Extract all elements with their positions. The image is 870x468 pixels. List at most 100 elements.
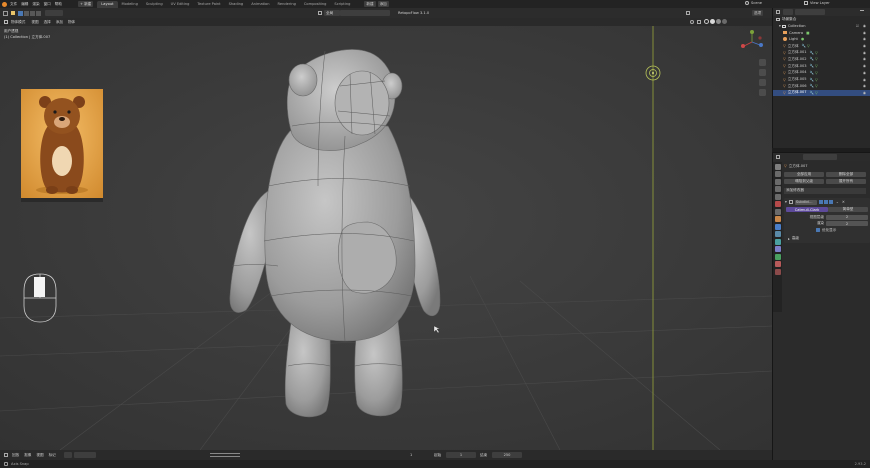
new-chip[interactable]: 新建 <box>364 1 376 7</box>
scene-tab-icon[interactable] <box>774 193 781 200</box>
menu-view[interactable]: 视图 <box>31 20 38 25</box>
add-chip[interactable]: 添加 <box>377 1 389 7</box>
edit-mode-toggle-icon[interactable] <box>818 200 823 205</box>
tab-modeling[interactable]: Modeling <box>118 1 142 8</box>
view-layer-selector[interactable]: View Layer <box>804 1 830 5</box>
properties-editor-icon[interactable] <box>776 155 780 159</box>
outliner-item-collection[interactable]: ▾ Collection ☑ ◉ <box>773 23 870 30</box>
outliner-item-mesh[interactable]: ▽ 立方体 🔧 ▽ ◉ <box>773 43 870 50</box>
tab-animation[interactable]: Animation <box>247 1 273 8</box>
menu-edit[interactable]: 编辑 <box>21 2 28 7</box>
cursor-icon[interactable] <box>11 11 15 15</box>
modifier-name-field[interactable]: Subdivi... <box>794 199 817 205</box>
modifier-collapse-icon[interactable]: ▾ <box>785 200 787 204</box>
outliner-item-mesh-active[interactable]: ▽ 立方体.007 🔧 ▽ ◉ <box>773 89 870 97</box>
overlay-icon[interactable] <box>690 19 694 24</box>
tool-settings-dropdown[interactable] <box>45 10 63 16</box>
collapse-button[interactable]: 塌陷到父级 <box>784 178 824 184</box>
viewport-3d[interactable]: 用户透视 (1) Collection | 立方体.007 <box>0 26 772 450</box>
select-mode-3-icon[interactable] <box>30 10 35 16</box>
outliner-display-mode[interactable] <box>783 9 793 15</box>
tab-rendering[interactable]: Rendering <box>274 1 300 8</box>
frame-end-field[interactable]: 250 <box>492 452 522 458</box>
timeline-menu-keying[interactable]: 抠像 <box>24 453 31 458</box>
visibility-eye-icon[interactable]: ◉ <box>863 51 866 55</box>
search-field[interactable] <box>340 10 390 16</box>
record-button[interactable] <box>63 452 72 458</box>
data-tab-icon[interactable] <box>774 253 781 260</box>
timeline-menu-marker[interactable]: 标记 <box>49 453 56 458</box>
tab-compositing[interactable]: Compositing <box>300 1 331 8</box>
menu-window[interactable]: 窗口 <box>44 2 51 7</box>
playback-icons[interactable] <box>210 453 240 457</box>
camera-view-button[interactable] <box>759 79 766 86</box>
xray-icon[interactable] <box>697 19 701 24</box>
levels-viewport-field[interactable]: 2 <box>826 214 868 220</box>
visibility-eye-icon[interactable]: ◉ <box>863 71 866 75</box>
snap-icon[interactable] <box>686 11 690 15</box>
outliner-item-mesh[interactable]: ▽ 立方体.003 🔧 ▽ ◉ <box>773 63 870 70</box>
tab-sculpting[interactable]: Sculpting <box>142 1 167 8</box>
simple-button[interactable]: 简单型 <box>828 207 868 213</box>
menu-render[interactable]: 渲染 <box>32 2 39 7</box>
keying-set-dropdown[interactable] <box>73 452 96 458</box>
visibility-eye-icon[interactable]: ◉ <box>863 78 866 82</box>
options-dropdown[interactable]: 选项 <box>752 10 764 16</box>
exclude-checkbox-icon[interactable]: ☑ <box>856 24 859 28</box>
filter-icon[interactable] <box>860 10 864 14</box>
menu-object[interactable]: 物体 <box>68 20 75 25</box>
outliner-item-mesh[interactable]: ▽ 立方体.005 🔧 ▽ ◉ <box>773 76 870 83</box>
pan-button[interactable] <box>759 69 766 76</box>
render-levels-field[interactable]: 2 <box>826 221 868 227</box>
visibility-eye-icon[interactable]: ◉ <box>863 91 866 95</box>
menu-help[interactable]: 帮助 <box>55 2 62 7</box>
orientation-dropdown[interactable]: 全局 <box>318 10 342 16</box>
add-modifier-button[interactable]: 添加修改器 <box>784 187 866 194</box>
modifier-close-icon[interactable]: ✕ <box>842 200 845 204</box>
view-layer-tab-icon[interactable] <box>774 186 781 192</box>
select-box-icon[interactable] <box>3 10 8 16</box>
retopoflow-label[interactable]: RetopoFlow 3.1.0 <box>398 11 429 15</box>
outliner-item-mesh[interactable]: ▽ 立方体.006 🔧 ▽ ◉ <box>773 83 870 90</box>
tab-layout[interactable]: Layout <box>97 1 118 8</box>
tab-texture-paint[interactable]: Texture Paint <box>193 1 224 8</box>
workspace-add-button[interactable]: + 新建 <box>77 1 94 7</box>
editor-type-icon[interactable] <box>4 20 8 24</box>
physics-tab-icon[interactable] <box>774 238 781 245</box>
menu-select[interactable]: 选择 <box>44 20 51 25</box>
outliner-item-mesh[interactable]: ▽ 立方体.001 🔧 ▽ ◉ <box>773 49 870 56</box>
timeline-menu-view[interactable]: 视图 <box>36 453 43 458</box>
frame-start-field[interactable]: 1 <box>446 452 476 458</box>
constraints-tab-icon[interactable] <box>774 246 781 252</box>
visibility-eye-icon[interactable]: ◉ <box>863 64 866 68</box>
select-mode-1-icon[interactable] <box>18 10 23 16</box>
output-tab-icon[interactable] <box>774 178 781 185</box>
advanced-subpanel[interactable]: ▸ 高级 <box>784 236 870 243</box>
visibility-eye-icon[interactable]: ◉ <box>863 31 866 35</box>
outliner-item-light[interactable]: Light ● ◉ <box>773 36 870 43</box>
outliner-item-mesh[interactable]: ▽ 立方体.004 🔧 ▽ ◉ <box>773 70 870 77</box>
timeline-menu-playback[interactable]: 回放 <box>12 453 19 458</box>
visibility-eye-icon[interactable]: ◉ <box>863 84 866 88</box>
current-frame-label[interactable]: 1 <box>410 453 412 457</box>
shading-material-icon[interactable] <box>716 19 721 24</box>
optimal-display-checkbox[interactable] <box>816 228 820 233</box>
select-mode-2-icon[interactable] <box>24 10 29 16</box>
delete-all-button[interactable]: 删除全部 <box>826 172 866 178</box>
shading-wire-icon[interactable] <box>704 19 709 24</box>
collection-tab-icon[interactable] <box>774 208 781 215</box>
tool-tab-icon[interactable] <box>774 163 781 170</box>
tab-shading[interactable]: Shading <box>225 1 248 8</box>
select-mode-4-icon[interactable] <box>36 10 41 16</box>
render-tab-icon[interactable] <box>774 171 781 177</box>
expand-all-button[interactable]: 展开所有 <box>826 178 866 184</box>
shading-solid-icon[interactable] <box>710 19 715 24</box>
modifier-tab-icon[interactable] <box>774 223 781 230</box>
blender-logo-icon[interactable] <box>2 1 7 7</box>
modifier-menu-icon[interactable]: ⌄ <box>836 200 839 204</box>
scene-selector[interactable]: Scene <box>745 1 762 5</box>
shading-rendered-icon[interactable] <box>722 19 727 24</box>
visibility-eye-icon[interactable]: ◉ <box>863 44 866 48</box>
material-tab-icon[interactable] <box>774 261 781 267</box>
tab-uv-editing[interactable]: UV Editing <box>167 1 194 8</box>
